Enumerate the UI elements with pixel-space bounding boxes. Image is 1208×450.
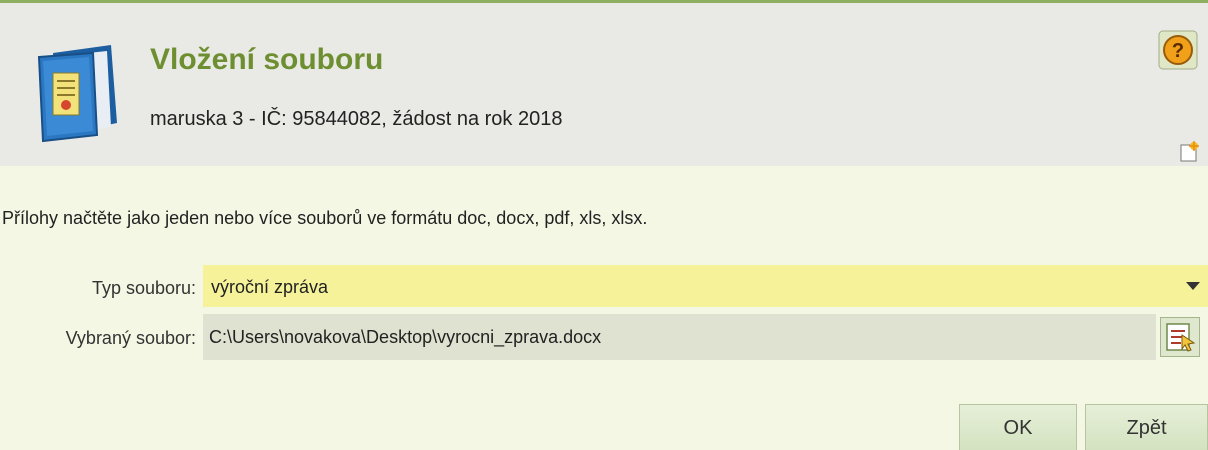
- upload-instructions: Přílohy načtěte jako jeden nebo více sou…: [2, 208, 648, 228]
- file-type-select[interactable]: výroční zpráva: [203, 265, 1208, 307]
- file-type-label: Typ souboru:: [91, 278, 196, 298]
- help-icon[interactable]: ?: [1158, 30, 1198, 70]
- new-document-icon[interactable]: [1178, 141, 1200, 163]
- browse-file-button[interactable]: [1160, 317, 1200, 357]
- chevron-down-icon[interactable]: [1186, 282, 1200, 290]
- selected-file-label: Vybraný soubor:: [65, 328, 196, 348]
- dialog-header: Vložení souboru maruska 3 - IČ: 95844082…: [0, 3, 1208, 166]
- selected-file-path: C:\Users\novakova\Desktop\vyrocni_zprava…: [209, 327, 602, 347]
- dialog-title: Vložení souboru: [150, 43, 384, 76]
- dialog-subtitle: maruska 3 - IČ: 95844082, žádost na rok …: [150, 108, 563, 130]
- book-icon: [37, 45, 117, 143]
- ok-button[interactable]: OK: [959, 404, 1077, 450]
- file-upload-dialog: Vložení souboru maruska 3 - IČ: 95844082…: [0, 0, 1208, 450]
- svg-text:?: ?: [1172, 40, 1184, 62]
- selected-file-field[interactable]: C:\Users\novakova\Desktop\vyrocni_zprava…: [203, 314, 1156, 360]
- back-button[interactable]: Zpět: [1085, 404, 1208, 450]
- browse-file-icon: [1166, 323, 1196, 352]
- file-type-value: výroční zpráva: [211, 277, 329, 297]
